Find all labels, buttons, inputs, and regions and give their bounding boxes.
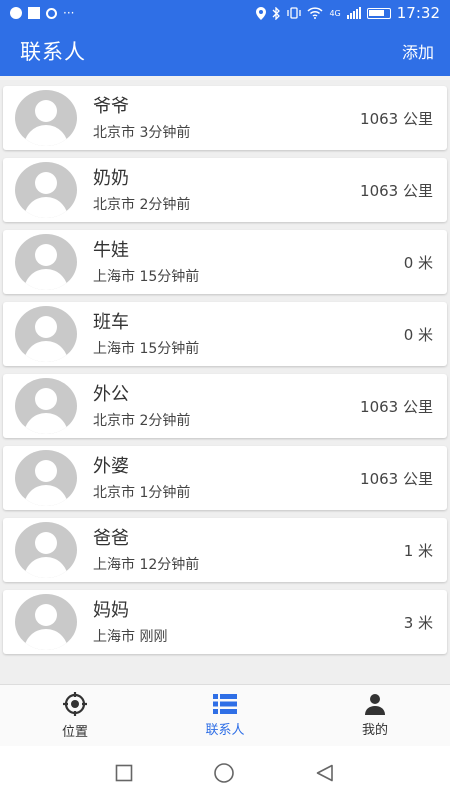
- contact-location-time: 北京市 1分钟前: [93, 485, 191, 501]
- more-dots-icon: ···: [63, 6, 75, 20]
- contact-location-time: 北京市 2分钟前: [93, 197, 191, 213]
- contact-card[interactable]: 外婆 北京市 1分钟前 1063 公里: [3, 446, 447, 510]
- home-icon[interactable]: [213, 762, 235, 784]
- page-title: 联系人: [20, 40, 86, 64]
- notification-icon: [10, 7, 22, 19]
- contact-location-time: 上海市 刚刚: [93, 629, 168, 645]
- contact-location-time: 北京市 2分钟前: [93, 413, 191, 429]
- signal-icon: [346, 7, 361, 19]
- nav-item-contacts[interactable]: 联系人: [150, 685, 300, 746]
- status-time: 17:32: [396, 4, 440, 22]
- nav-item-location[interactable]: 位置: [0, 685, 150, 746]
- contact-name: 班车: [93, 312, 129, 333]
- avatar-icon: [15, 162, 77, 218]
- contact-card[interactable]: 外公 北京市 2分钟前 1063 公里: [3, 374, 447, 438]
- contact-distance: 1063 公里: [360, 469, 433, 488]
- contact-card[interactable]: 班车 上海市 15分钟前 0 米: [3, 302, 447, 366]
- status-left-icons: ···: [10, 6, 74, 20]
- contact-distance: 0 米: [403, 325, 433, 344]
- status-right-icons: 4G 17:32: [256, 4, 440, 22]
- contact-location-time: 上海市 15分钟前: [93, 269, 200, 285]
- contact-location-time: 上海市 12分钟前: [93, 557, 200, 573]
- app-bar: 联系人 添加: [0, 26, 450, 76]
- contact-distance: 0 米: [403, 253, 433, 272]
- avatar-icon: [15, 594, 77, 650]
- contact-card[interactable]: 妈妈 上海市 刚刚 3 米: [3, 590, 447, 654]
- nav-label-location: 位置: [61, 725, 88, 740]
- contact-distance: 1 米: [403, 541, 433, 560]
- add-button[interactable]: 添加: [402, 39, 434, 63]
- avatar-icon: [15, 522, 77, 578]
- contact-list[interactable]: 爷爷 北京市 3分钟前 1063 公里 奶奶 北京市 2分钟前 1063 公里 …: [0, 80, 450, 684]
- contact-distance: 1063 公里: [360, 181, 433, 200]
- avatar-icon: [15, 306, 77, 362]
- person-icon: [365, 694, 385, 715]
- sim-icon: [28, 7, 40, 19]
- location-icon: [256, 6, 267, 20]
- system-nav-bar: [0, 746, 450, 800]
- status-bar: ··· 4G 17:32: [0, 0, 450, 26]
- contact-distance: 1063 公里: [360, 109, 433, 128]
- network-type-label: 4G: [329, 8, 341, 18]
- location-target-icon: [63, 692, 87, 716]
- wifi-icon: [307, 7, 323, 19]
- contact-card[interactable]: 爸爸 上海市 12分钟前 1 米: [3, 518, 447, 582]
- contact-name: 爷爷: [93, 96, 129, 117]
- vibrate-icon: [287, 7, 302, 19]
- avatar-icon: [15, 90, 77, 146]
- contact-name: 妈妈: [93, 600, 129, 621]
- contact-name: 外公: [93, 384, 129, 405]
- contact-name: 奶奶: [93, 168, 129, 189]
- avatar-icon: [15, 234, 77, 290]
- contact-name: 牛娃: [93, 240, 129, 261]
- avatar-icon: [15, 378, 77, 434]
- recent-apps-icon[interactable]: [115, 764, 133, 782]
- contact-distance: 1063 公里: [360, 397, 433, 416]
- bottom-nav: 位置 联系人 我的: [0, 684, 450, 746]
- nav-label-contacts: 联系人: [205, 723, 245, 738]
- contact-name: 爸爸: [93, 528, 129, 549]
- contact-card[interactable]: 奶奶 北京市 2分钟前 1063 公里: [3, 158, 447, 222]
- list-icon: [213, 694, 237, 714]
- contact-name: 外婆: [93, 456, 129, 477]
- nav-item-me[interactable]: 我的: [300, 685, 450, 746]
- battery-icon: [366, 7, 391, 19]
- contact-card[interactable]: 爷爷 北京市 3分钟前 1063 公里: [3, 86, 447, 150]
- contact-location-time: 上海市 15分钟前: [93, 341, 200, 357]
- app-icon: [46, 7, 57, 19]
- contact-location-time: 北京市 3分钟前: [93, 125, 191, 141]
- back-icon[interactable]: [315, 764, 335, 782]
- contact-distance: 3 米: [403, 613, 433, 632]
- nav-label-me: 我的: [361, 723, 388, 738]
- avatar-icon: [15, 450, 77, 506]
- contact-card[interactable]: 牛娃 上海市 15分钟前 0 米: [3, 230, 447, 294]
- bluetooth-icon: [273, 6, 281, 20]
